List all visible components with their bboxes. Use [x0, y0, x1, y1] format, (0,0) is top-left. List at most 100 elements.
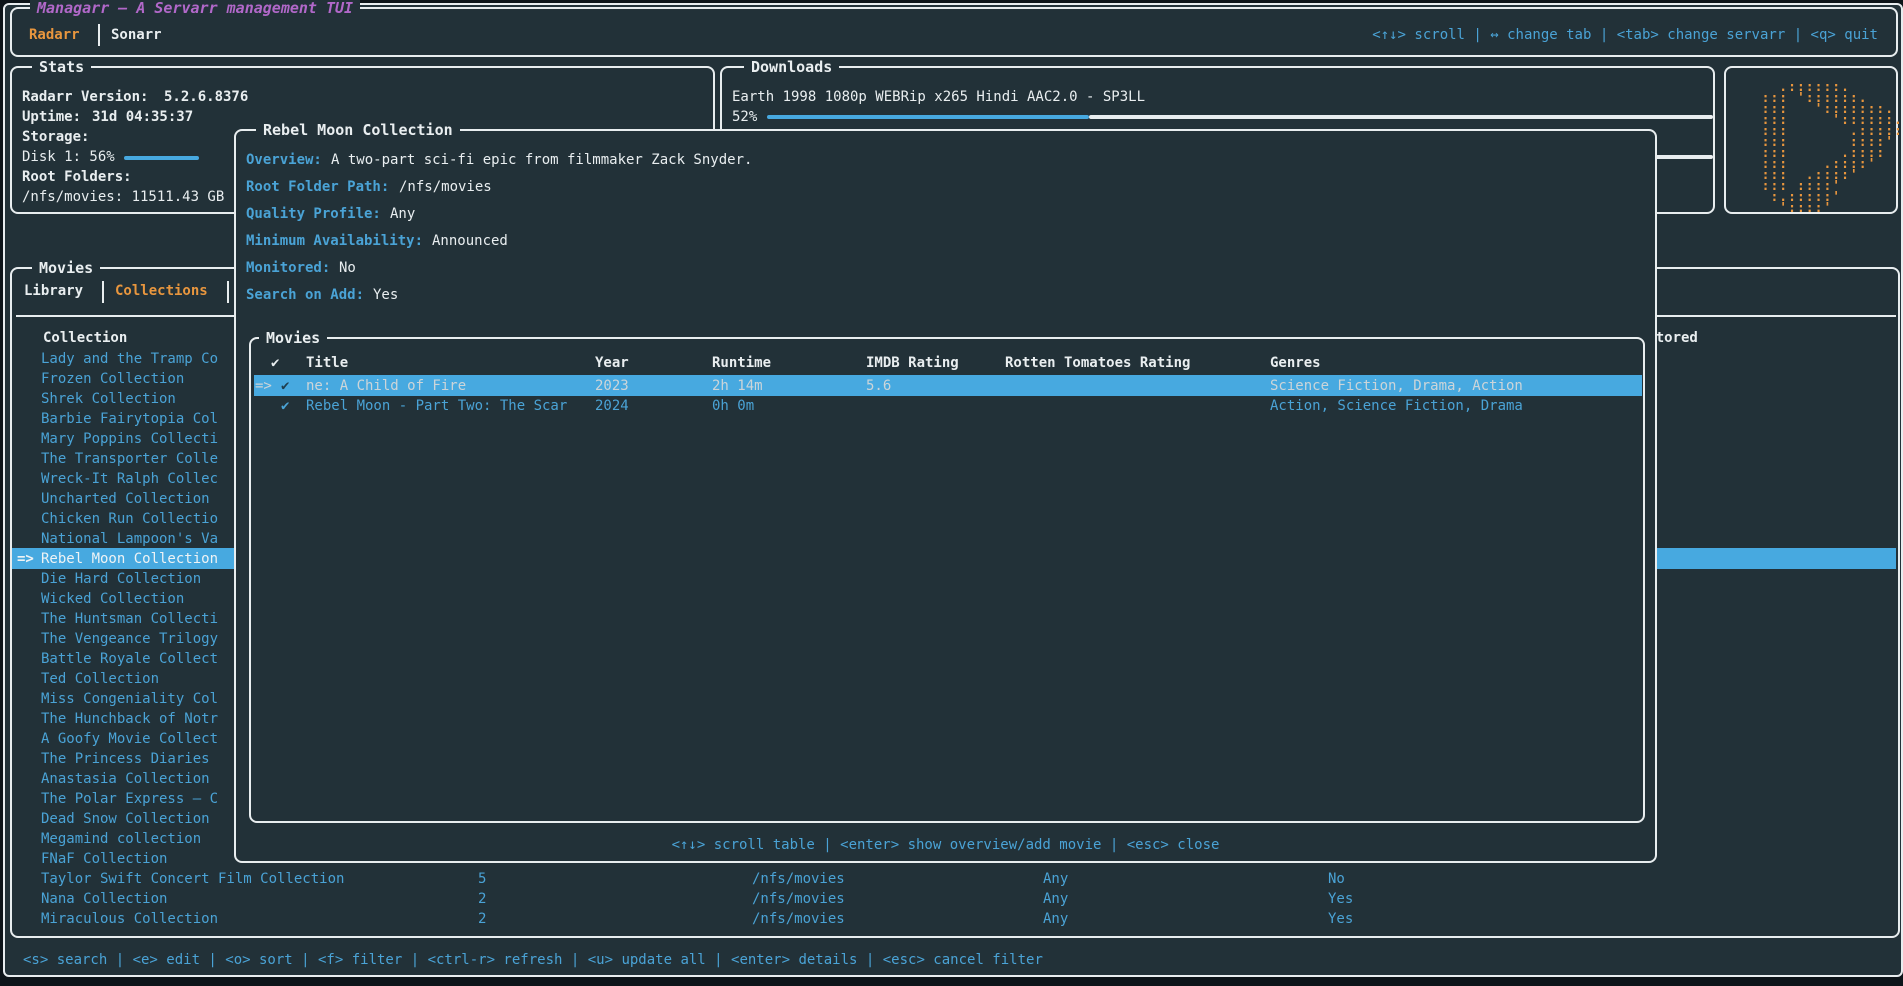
- list-item[interactable]: The Hunchback of Notr: [41, 710, 218, 728]
- movie-runtime: 0h 0m: [712, 397, 754, 415]
- list-item[interactable]: Wreck-It Ralph Collec: [41, 470, 218, 488]
- download-progress-fill: [767, 115, 1089, 119]
- modal-movies-title: Movies: [259, 329, 327, 347]
- list-item[interactable]: Uncharted Collection: [41, 490, 210, 508]
- movie-year: 2023: [595, 377, 629, 395]
- collection-quality: Any: [1043, 890, 1068, 908]
- footer-keybindings: <s> search | <e> edit | <o> sort | <f> f…: [23, 951, 1043, 969]
- modal-title: Rebel Moon Collection: [256, 121, 460, 139]
- collection-count: 2: [478, 910, 486, 928]
- list-item-selected[interactable]: Rebel Moon Collection: [41, 550, 218, 568]
- list-item[interactable]: Mary Poppins Collecti: [41, 430, 218, 448]
- collection-path: /nfs/movies: [752, 890, 845, 908]
- monitored-label: Monitored:: [246, 259, 330, 277]
- collection-name: Miraculous Collection: [41, 910, 218, 928]
- col-genres: Genres: [1270, 354, 1321, 372]
- collection-name: Taylor Swift Concert Film Collection: [41, 870, 344, 888]
- managarr-screen: Managarr – A Servarr management TUI Rada…: [0, 0, 1903, 986]
- collection-quality: Any: [1043, 910, 1068, 928]
- servarr-tab-radarr[interactable]: Radarr: [29, 26, 80, 44]
- list-item[interactable]: A Goofy Movie Collect: [41, 730, 218, 748]
- movie-year: 2024: [595, 397, 629, 415]
- col-title: Title: [306, 354, 348, 372]
- managarr-logo: .::::::. ::: '::::::. ::: ':::::::. ::: …: [1744, 82, 1903, 214]
- list-item[interactable]: Shrek Collection: [41, 390, 176, 408]
- col-check: ✔: [271, 354, 279, 372]
- search-on-add-value: Yes: [373, 286, 398, 304]
- stats-uptime-value: 31d 04:35:37: [92, 108, 193, 126]
- list-item[interactable]: Barbie Fairytopia Col: [41, 410, 218, 428]
- movies-tab-divider-1: [102, 281, 104, 303]
- stats-version-value: 5.2.6.8376: [164, 88, 248, 106]
- top-bar: Managarr – A Servarr management TUI Rada…: [10, 7, 1898, 57]
- movie-genres: Action, Science Fiction, Drama: [1270, 397, 1523, 415]
- monitored-check-icon: ✔: [281, 397, 289, 415]
- min-availability-label: Minimum Availability:: [246, 232, 423, 250]
- col-rotten-tomatoes: Rotten Tomatoes Rating: [1005, 354, 1190, 372]
- movie-genres: Science Fiction, Drama, Action: [1270, 377, 1523, 395]
- overview-label: Overview:: [246, 151, 322, 169]
- list-item[interactable]: The Polar Express – C: [41, 790, 218, 808]
- movie-title: ne: A Child of Fire: [306, 377, 466, 395]
- global-keybindings: <↑↓> scroll | ↔ change tab | <tab> chang…: [1372, 26, 1878, 44]
- stats-version-label: Radarr Version:: [22, 88, 148, 106]
- list-item[interactable]: FNaF Collection: [41, 850, 167, 868]
- col-year: Year: [595, 354, 629, 372]
- modal-movies-box: Movies ✔ Title Year Runtime IMDB Rating …: [249, 337, 1645, 823]
- monitored-check-icon: ✔: [281, 377, 289, 395]
- servarr-tab-sonarr[interactable]: Sonarr: [111, 26, 162, 44]
- movie-runtime: 2h 14m: [712, 377, 763, 395]
- download-progress-track: [1089, 115, 1713, 119]
- list-item[interactable]: National Lampoon's Va: [41, 530, 218, 548]
- stats-storage-label: Storage:: [22, 128, 89, 146]
- root-folder-label: Root Folder Path:: [246, 178, 389, 196]
- monitored-value: No: [339, 259, 356, 277]
- collection-flag: No: [1328, 870, 1345, 888]
- list-item[interactable]: The Vengeance Trilogy: [41, 630, 218, 648]
- movies-panel-title: Movies: [32, 259, 100, 277]
- list-item[interactable]: Chicken Run Collectio: [41, 510, 218, 528]
- search-on-add-label: Search on Add:: [246, 286, 364, 304]
- stats-uptime-label: Uptime:: [22, 108, 81, 126]
- tab-collections[interactable]: Collections: [115, 282, 208, 300]
- list-item[interactable]: Die Hard Collection: [41, 570, 201, 588]
- tab-divider: [98, 24, 100, 46]
- logo-panel: .::::::. ::: '::::::. ::: ':::::::. ::: …: [1724, 66, 1898, 214]
- collection-quality: Any: [1043, 870, 1068, 888]
- list-item[interactable]: Dead Snow Collection: [41, 810, 210, 828]
- stats-root-folders-label: Root Folders:: [22, 168, 132, 186]
- disk-usage-bar: [124, 156, 199, 160]
- tab-library[interactable]: Library: [24, 282, 83, 300]
- downloads-title: Downloads: [744, 58, 839, 76]
- list-item[interactable]: Lady and the Tramp Co: [41, 350, 218, 368]
- list-item[interactable]: Miss Congeniality Col: [41, 690, 218, 708]
- list-item[interactable]: The Transporter Colle: [41, 450, 218, 468]
- list-item[interactable]: Wicked Collection: [41, 590, 184, 608]
- list-item[interactable]: Ted Collection: [41, 670, 159, 688]
- stats-root-folder-value: /nfs/movies: 11511.43 GB: [22, 188, 224, 206]
- list-item[interactable]: The Princess Diaries: [41, 750, 210, 768]
- list-item[interactable]: Battle Royale Collect: [41, 650, 218, 668]
- collection-flag: Yes: [1328, 890, 1353, 908]
- overview-value: A two-part sci-fi epic from filmmaker Za…: [331, 151, 752, 169]
- row-arrow: =>: [255, 377, 272, 395]
- collection-path: /nfs/movies: [752, 870, 845, 888]
- root-folder-value: /nfs/movies: [399, 178, 492, 196]
- collection-name: Nana Collection: [41, 890, 167, 908]
- stats-title: Stats: [32, 58, 91, 76]
- stats-disk-line: Disk 1: 56%: [22, 148, 115, 166]
- download-item-name: Earth 1998 1080p WEBRip x265 Hindi AAC2.…: [732, 88, 1145, 106]
- movies-tab-divider-2: [227, 281, 229, 303]
- download-item-progress: 52%: [732, 108, 757, 126]
- list-item[interactable]: The Huntsman Collecti: [41, 610, 218, 628]
- list-item[interactable]: Anastasia Collection: [41, 770, 210, 788]
- quality-profile-value: Any: [390, 205, 415, 223]
- collections-column-header: Collection: [43, 329, 127, 347]
- list-item[interactable]: Megamind collection: [41, 830, 201, 848]
- movie-imdb: 5.6: [866, 377, 891, 395]
- quality-profile-label: Quality Profile:: [246, 205, 381, 223]
- collection-details-modal: Rebel Moon Collection Overview: A two-pa…: [234, 129, 1657, 863]
- movie-title: Rebel Moon - Part Two: The Scar: [306, 397, 567, 415]
- list-item[interactable]: Frozen Collection: [41, 370, 184, 388]
- collection-count: 5: [478, 870, 486, 888]
